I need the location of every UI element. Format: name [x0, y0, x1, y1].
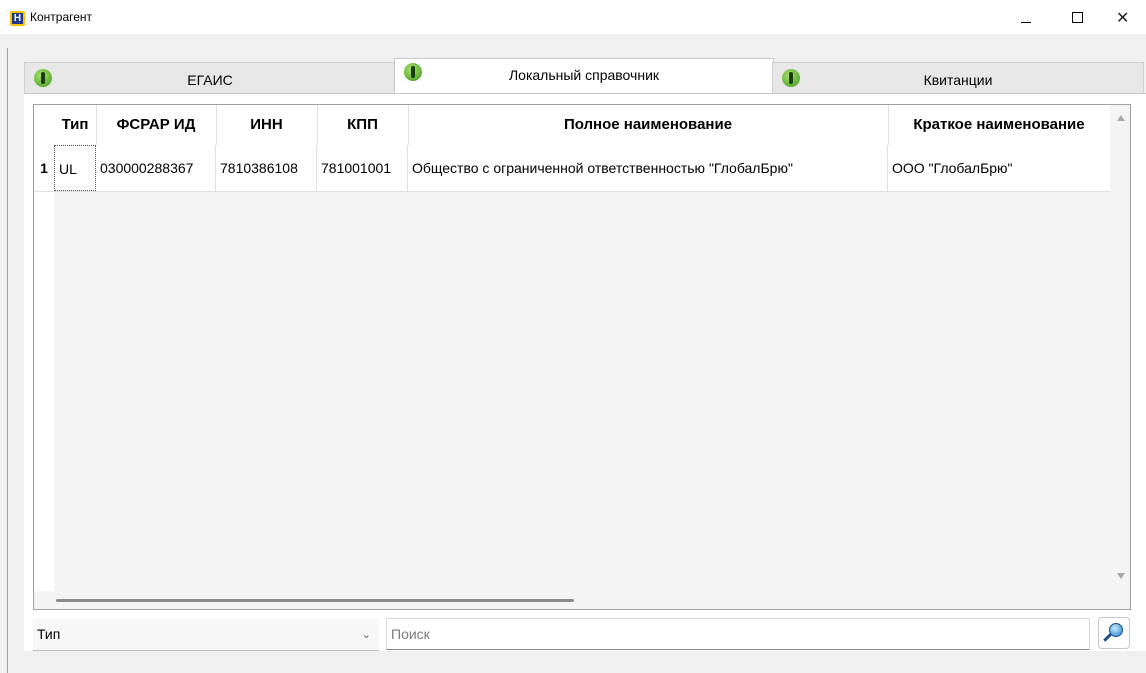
- search-button[interactable]: [1098, 617, 1130, 649]
- tab-egais[interactable]: ЕГАИС: [24, 62, 396, 93]
- row-number[interactable]: 1: [34, 145, 54, 191]
- tab-bar: ЕГАИС Локальный справочник Квитанции: [24, 58, 1144, 96]
- cell-short-name[interactable]: ООО "ГлобалБрю": [888, 145, 1110, 191]
- minimize-button[interactable]: [1003, 0, 1049, 34]
- scroll-up-icon[interactable]: [1117, 115, 1125, 121]
- column-header-inn[interactable]: ИНН: [216, 105, 318, 145]
- cell-full-name[interactable]: Общество с ограниченной ответственностью…: [408, 145, 888, 191]
- close-icon: ✕: [1116, 10, 1130, 27]
- app-icon-letter: H: [12, 13, 23, 24]
- type-filter-select[interactable]: Тип ⌄: [33, 618, 379, 651]
- close-button[interactable]: ✕: [1100, 0, 1146, 34]
- tab-local-directory[interactable]: Локальный справочник: [394, 58, 774, 94]
- tab-receipts[interactable]: Квитанции: [772, 62, 1144, 93]
- title-bar: H Контрагент ✕: [0, 0, 1146, 34]
- table-row[interactable]: UL 030000288367 7810386108 781001001 Общ…: [54, 145, 1110, 191]
- chevron-down-icon: ⌄: [361, 629, 371, 641]
- contractor-table[interactable]: Тип ФСРАР ИД ИНН КПП Полное наименование…: [33, 104, 1131, 610]
- minimize-icon: [1021, 22, 1031, 23]
- cell-type[interactable]: UL: [54, 145, 96, 191]
- column-header-short-name[interactable]: Краткое наименование: [888, 105, 1110, 145]
- tab-label: Квитанции: [923, 72, 993, 88]
- table-header: Тип ФСРАР ИД ИНН КПП Полное наименование…: [54, 105, 1110, 145]
- column-header-kpp[interactable]: КПП: [317, 105, 409, 145]
- window-title: Контрагент: [30, 10, 93, 24]
- cell-fsrar-id[interactable]: 030000288367: [96, 145, 216, 191]
- cell-kpp[interactable]: 781001001: [317, 145, 408, 191]
- horizontal-scrollbar[interactable]: [34, 591, 1130, 609]
- column-header-full-name[interactable]: Полное наименование: [408, 105, 889, 145]
- maximize-icon: [1072, 12, 1083, 23]
- column-header-fsrar-id[interactable]: ФСРАР ИД: [96, 105, 217, 145]
- horizontal-scroll-thumb[interactable]: [56, 599, 574, 602]
- window-left-border: [7, 48, 8, 673]
- maximize-button[interactable]: [1054, 0, 1100, 34]
- vertical-scrollbar[interactable]: [1112, 105, 1130, 591]
- type-filter-value: Тип: [37, 626, 61, 642]
- search-icon-handle: [1103, 633, 1112, 642]
- scroll-down-icon[interactable]: [1117, 573, 1125, 579]
- column-header-type[interactable]: Тип: [54, 105, 97, 145]
- row-divider: [34, 191, 1110, 192]
- tab-label: Локальный справочник: [508, 67, 660, 83]
- window: H Контрагент ✕ ЕГАИС Локальный справочни…: [0, 0, 1146, 673]
- cell-inn[interactable]: 7810386108: [216, 145, 317, 191]
- search-input[interactable]: [386, 618, 1090, 650]
- app-icon: H: [10, 11, 25, 26]
- tab-label: ЕГАИС: [187, 72, 233, 88]
